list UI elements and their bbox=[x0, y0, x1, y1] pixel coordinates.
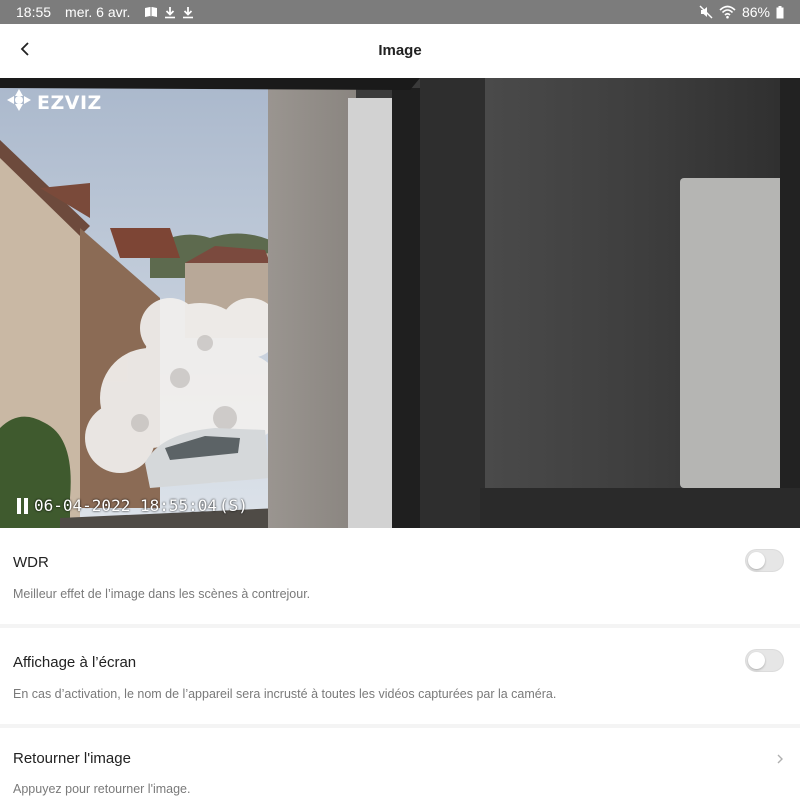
battery-icon bbox=[776, 5, 784, 19]
toggle-knob bbox=[748, 552, 765, 569]
pause-icon[interactable] bbox=[16, 497, 30, 515]
toggle-knob bbox=[748, 652, 765, 669]
flip-image-setting[interactable]: Retourner l'image Appuyez pour retourner… bbox=[0, 728, 800, 810]
ezviz-logo-icon bbox=[6, 88, 32, 117]
battery-percent: 86% bbox=[741, 4, 770, 20]
status-time: 18:55 bbox=[16, 4, 52, 20]
download-icon bbox=[164, 6, 176, 19]
osd-toggle[interactable] bbox=[745, 649, 784, 672]
wdr-setting: WDR Meilleur effet de l’image dans les s… bbox=[0, 528, 800, 624]
wdr-title: WDR bbox=[13, 554, 49, 571]
book-icon bbox=[144, 6, 158, 18]
wifi-icon bbox=[719, 5, 736, 19]
image-settings-list: WDR Meilleur effet de l’image dans les s… bbox=[0, 528, 800, 810]
chevron-right-icon[interactable] bbox=[774, 752, 786, 766]
osd-overlay: 06-04-2022 18:55:04 (S) bbox=[16, 496, 248, 515]
osd-timestamp: 06-04-2022 18:55:04 bbox=[34, 496, 218, 515]
ezviz-logo: EZVIZ bbox=[6, 88, 102, 117]
osd-setting: Affichage à l’écran En cas d’activation,… bbox=[0, 628, 800, 724]
status-bar: 18:55 mer. 6 avr. 86% bbox=[0, 0, 800, 24]
page-title: Image bbox=[378, 42, 422, 59]
camera-scene-image bbox=[0, 78, 800, 528]
camera-preview: EZVIZ 06-04-2022 18:55:04 (S) bbox=[0, 78, 800, 528]
flip-image-title: Retourner l'image bbox=[13, 750, 131, 767]
status-date: mer. 6 avr. bbox=[65, 4, 131, 20]
flip-image-description: Appuyez pour retourner l'image. bbox=[13, 782, 191, 796]
mute-icon bbox=[699, 5, 713, 19]
ezviz-logo-text: EZVIZ bbox=[37, 91, 102, 114]
osd-day: (S) bbox=[219, 496, 248, 515]
wdr-toggle[interactable] bbox=[745, 549, 784, 572]
osd-title: Affichage à l’écran bbox=[13, 654, 137, 671]
download-icon bbox=[182, 6, 194, 19]
app-header: Image bbox=[0, 24, 800, 78]
wdr-description: Meilleur effet de l’image dans les scène… bbox=[13, 587, 311, 601]
osd-description: En cas d’activation, le nom de l’apparei… bbox=[13, 687, 557, 701]
